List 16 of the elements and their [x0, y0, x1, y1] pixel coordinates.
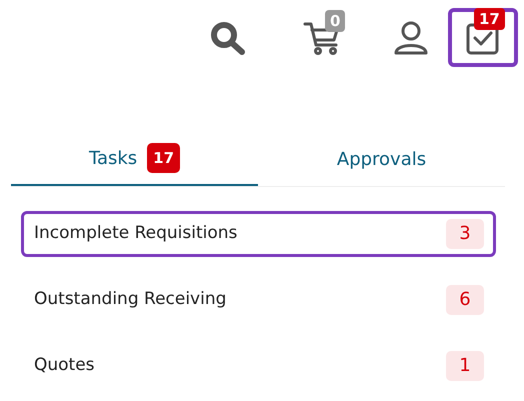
tab[interactable]: Approvals	[258, 132, 505, 186]
task-list-item[interactable]: Outstanding Receiving 6	[21, 277, 496, 323]
user-icon	[392, 18, 430, 56]
count-badge: 0	[325, 10, 346, 32]
count-badge: 3	[446, 219, 484, 249]
task-list-item[interactable]: Quotes 1	[21, 343, 496, 389]
tab[interactable]: Tasks 17	[11, 132, 258, 186]
task-list-item[interactable]: Incomplete Requisitions 3	[21, 211, 496, 257]
count-badge: 1	[446, 351, 484, 381]
count-badge: 6	[446, 285, 484, 315]
task-label: Outstanding Receiving	[34, 288, 226, 312]
search-icon	[209, 20, 247, 56]
task-label: Incomplete Requisitions	[34, 222, 238, 246]
count-badge: 17	[147, 143, 180, 173]
count-badge: 17	[474, 8, 505, 30]
task-label: Quotes	[34, 354, 95, 378]
